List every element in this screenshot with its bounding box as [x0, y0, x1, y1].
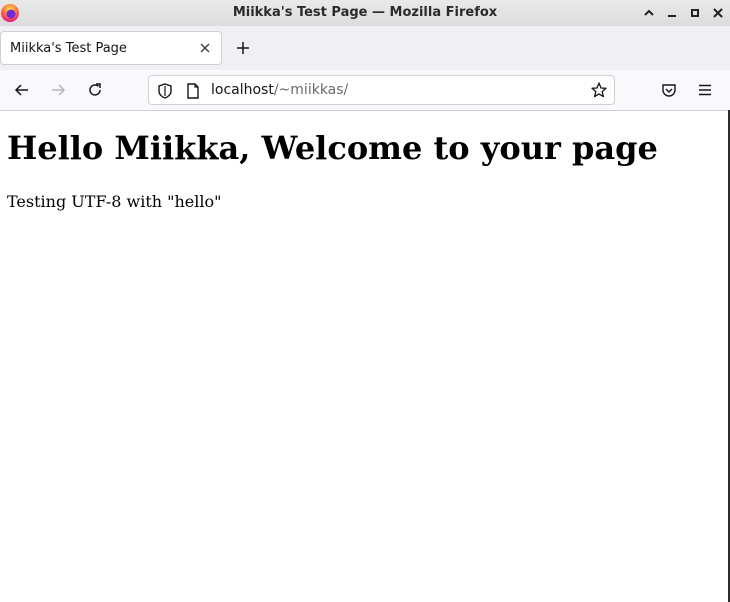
- url-bar[interactable]: localhost/~miikkas/: [148, 75, 615, 105]
- page-paragraph: Testing UTF-8 with "hello": [7, 192, 222, 211]
- star-icon[interactable]: [590, 81, 608, 99]
- maximize-icon[interactable]: [686, 4, 704, 22]
- window-title: Miikka's Test Page — Mozilla Firefox: [232, 5, 498, 20]
- page-icon[interactable]: [185, 82, 201, 100]
- plus-icon[interactable]: [233, 38, 253, 58]
- close-icon[interactable]: [197, 40, 213, 56]
- url-path: /~miikkas/: [273, 82, 349, 98]
- minimize-icon[interactable]: [663, 4, 681, 22]
- window-titlebar: Miikka's Test Page — Mozilla Firefox: [0, 0, 730, 26]
- page-heading: Hello Miikka, Welcome to your page: [7, 129, 658, 167]
- reload-icon[interactable]: [85, 80, 105, 100]
- tab-title: Miikka's Test Page: [10, 41, 127, 56]
- forward-arrow-icon[interactable]: [48, 80, 68, 100]
- url-host: localhost: [211, 82, 274, 98]
- page-content: Hello Miikka, Welcome to your page Testi…: [0, 111, 730, 602]
- collapse-up-icon[interactable]: [640, 4, 658, 22]
- tab-bar: Miikka's Test Page: [0, 26, 730, 71]
- tab-miikkas-test-page[interactable]: Miikka's Test Page: [0, 31, 222, 65]
- navigation-toolbar: localhost/~miikkas/: [0, 70, 730, 111]
- pocket-icon[interactable]: [659, 80, 679, 100]
- back-arrow-icon[interactable]: [12, 80, 32, 100]
- shield-icon[interactable]: [156, 82, 174, 100]
- url-text[interactable]: localhost/~miikkas/: [211, 82, 348, 98]
- hamburger-menu-icon[interactable]: [695, 80, 715, 100]
- close-icon[interactable]: [709, 4, 727, 22]
